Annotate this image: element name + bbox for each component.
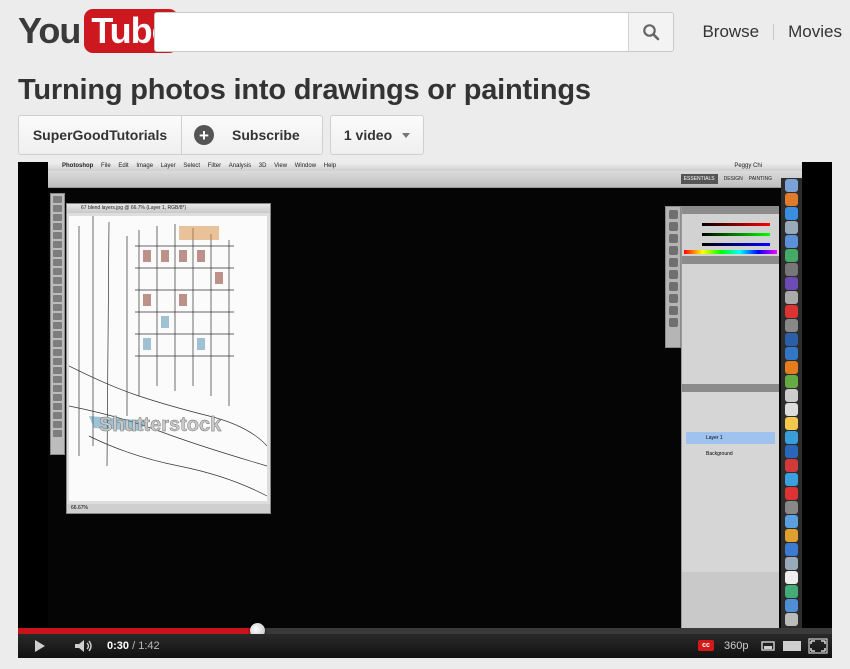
channel-button[interactable]: SuperGoodTutorials <box>18 115 182 155</box>
play-icon <box>35 640 45 652</box>
theater-button[interactable] <box>782 639 802 653</box>
watermark-text: Shutterstock <box>99 414 222 436</box>
menu-item: View <box>274 163 288 169</box>
nav-movies-link[interactable]: Movies <box>788 22 842 42</box>
menu-item: Filter <box>207 163 222 169</box>
nav-browse-link[interactable]: Browse <box>702 22 759 42</box>
search-bar <box>154 12 674 52</box>
menu-item: Analysis <box>228 163 252 169</box>
panel-icon-strip <box>665 206 681 348</box>
menubar-user: Peggy Chi <box>734 163 762 169</box>
video-player[interactable]: Photoshop File Edit Image Layer Select F… <box>18 162 832 658</box>
document-status-bar: 66.67% <box>67 504 270 513</box>
quality-selector[interactable]: 360p <box>724 634 748 658</box>
nav-divider <box>773 24 775 40</box>
photoshop-toolbox <box>50 193 65 455</box>
volume-button[interactable] <box>73 639 95 653</box>
menu-item: Window <box>294 163 317 169</box>
video-count-dropdown[interactable]: 1 video <box>330 115 424 155</box>
workspace-switcher: ESSENTIALS DESIGN PAINTING <box>680 174 772 184</box>
menu-item: Edit <box>118 163 129 169</box>
video-count-label: 1 video <box>343 127 393 143</box>
search-icon <box>643 24 660 41</box>
top-nav: Browse Movies <box>702 22 842 42</box>
menu-item: Photoshop <box>62 163 94 169</box>
color-panel <box>682 214 779 256</box>
search-input[interactable] <box>155 13 631 51</box>
logo-you-text: You <box>18 10 81 51</box>
cc-icon[interactable]: cc <box>698 640 714 651</box>
layer-row: Background <box>706 451 733 457</box>
layers-panel: Layer 1 Background <box>682 392 779 572</box>
player-controls: 0:30 / 1:42 cc 360p <box>18 634 832 658</box>
photoshop-document-window: 67 blend layers.jpg @ 66.7% (Layer 1, RG… <box>66 203 271 514</box>
workspace-item: PAINTING <box>748 176 772 182</box>
subscribe-button[interactable]: + Subscribe <box>181 115 323 155</box>
mac-menu-bar: Photoshop File Edit Image Layer Select F… <box>48 162 802 171</box>
subscribe-label: Subscribe <box>232 127 300 143</box>
menu-item: 3D <box>258 163 267 169</box>
layer-row: Layer 1 <box>686 432 775 444</box>
adjustments-panel <box>682 264 779 384</box>
menu-item: Layer <box>160 163 176 169</box>
play-button[interactable] <box>32 639 48 653</box>
duration: 1:42 <box>138 640 160 652</box>
mac-dock <box>781 178 802 628</box>
time-display: 0:30 / 1:42 <box>107 634 160 658</box>
video-frame: Photoshop File Edit Image Layer Select F… <box>48 162 802 628</box>
search-button[interactable] <box>628 13 673 51</box>
photoshop-options-bar: ESSENTIALS DESIGN PAINTING <box>48 171 802 188</box>
time-separator: / <box>129 640 139 652</box>
fullscreen-icon <box>808 638 828 654</box>
current-time: 0:30 <box>107 640 130 652</box>
menu-item: Image <box>136 163 154 169</box>
plus-icon: + <box>194 125 214 145</box>
video-title: Turning photos into drawings or painting… <box>18 74 591 106</box>
workspace-item: DESIGN <box>723 176 743 182</box>
chevron-down-icon <box>402 132 411 138</box>
fullscreen-button[interactable] <box>808 638 828 654</box>
workspace-item: ESSENTIALS <box>680 174 718 184</box>
theater-icon <box>783 641 801 651</box>
small-player-icon <box>761 641 775 651</box>
menu-item: File <box>101 163 111 169</box>
menu-item: Select <box>183 163 201 169</box>
menu-item: Help <box>323 163 337 169</box>
sketch-canvas-image: Shutterstock <box>69 216 267 501</box>
small-player-button[interactable] <box>761 640 775 652</box>
photoshop-panels: Layer 1 Background <box>681 206 779 628</box>
sketch-illustration: Shutterstock <box>69 216 267 501</box>
volume-icon <box>75 640 92 652</box>
document-tab: 67 blend layers.jpg @ 66.7% (Layer 1, RG… <box>67 204 270 213</box>
